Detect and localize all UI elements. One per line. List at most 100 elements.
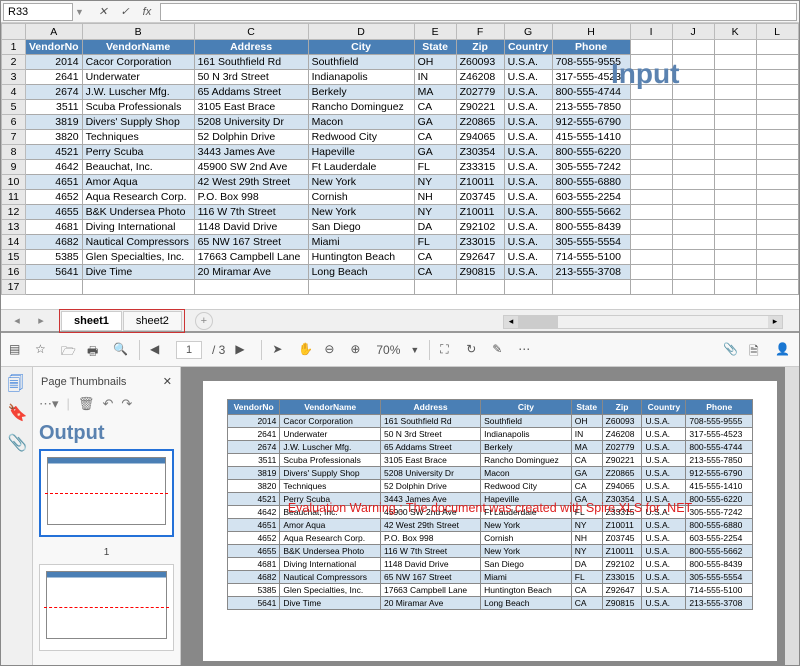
header-cell[interactable]: City (308, 40, 414, 55)
cell[interactable]: 305-555-5554 (552, 235, 630, 250)
cell[interactable]: NY (414, 205, 456, 220)
zoom-level[interactable]: 70% (376, 343, 400, 357)
cell[interactable]: U.S.A. (504, 175, 552, 190)
cell[interactable]: CA (414, 250, 456, 265)
name-box-dropdown-icon[interactable]: ▼ (75, 7, 84, 17)
cell[interactable]: 116 W 7th Street (194, 205, 308, 220)
cell[interactable]: FL (414, 160, 456, 175)
row-header[interactable]: 10 (2, 175, 26, 190)
header-cell[interactable]: Country (504, 40, 552, 55)
cell[interactable]: 2641 (26, 70, 83, 85)
cell[interactable]: U.S.A. (504, 70, 552, 85)
row-header[interactable]: 8 (2, 145, 26, 160)
fx-icon[interactable]: fx (138, 3, 156, 21)
cell[interactable]: U.S.A. (504, 160, 552, 175)
cell[interactable]: CA (414, 130, 456, 145)
cell[interactable]: 52 Dolphin Drive (194, 130, 308, 145)
row-header[interactable]: 11 (2, 190, 26, 205)
cell[interactable]: 161 Southfield Rd (194, 55, 308, 70)
more-icon[interactable]: ⋯ (518, 342, 534, 358)
redo-icon[interactable]: ↷ (121, 396, 132, 412)
cell[interactable]: U.S.A. (504, 55, 552, 70)
cell[interactable]: U.S.A. (504, 100, 552, 115)
cell[interactable]: CA (414, 265, 456, 280)
cell[interactable]: Z90221 (456, 100, 504, 115)
cell[interactable]: Huntington Beach (308, 250, 414, 265)
share-icon[interactable]: 👤 (775, 342, 791, 358)
cell[interactable]: IN (414, 70, 456, 85)
cell[interactable]: Amor Aqua (82, 175, 194, 190)
header-cell[interactable]: Address (194, 40, 308, 55)
thumbnails-icon[interactable]: 🗐 (8, 373, 26, 391)
cell[interactable]: Macon (308, 115, 414, 130)
column-header[interactable]: G (504, 24, 552, 40)
cell[interactable]: Perry Scuba (82, 145, 194, 160)
attachment-icon[interactable]: 📎 (8, 433, 26, 451)
worksheet[interactable]: ABCDEFGHIJKL1VendorNoVendorNameAddressCi… (1, 23, 799, 309)
cell[interactable]: 4652 (26, 190, 83, 205)
hand-icon[interactable]: ✋ (298, 342, 314, 358)
cell[interactable]: Z10011 (456, 175, 504, 190)
cell[interactable]: Underwater (82, 70, 194, 85)
cell[interactable]: 3820 (26, 130, 83, 145)
folder-icon[interactable]: 🗁 (61, 342, 77, 358)
vertical-scrollbar[interactable] (785, 367, 799, 665)
cell[interactable]: 4651 (26, 175, 83, 190)
cell[interactable]: 4521 (26, 145, 83, 160)
cell[interactable]: Z02779 (456, 85, 504, 100)
row-header[interactable]: 5 (2, 100, 26, 115)
row-header[interactable]: 13 (2, 220, 26, 235)
cell[interactable]: FL (414, 235, 456, 250)
row-header[interactable]: 7 (2, 130, 26, 145)
zoom-in-icon[interactable]: ⊕ (350, 342, 366, 358)
row-header[interactable]: 12 (2, 205, 26, 220)
cell[interactable]: 714-555-5100 (552, 250, 630, 265)
cell[interactable]: Nautical Compressors (82, 235, 194, 250)
cell[interactable]: Z46208 (456, 70, 504, 85)
cell[interactable]: Cacor Corporation (82, 55, 194, 70)
cell[interactable]: 4681 (26, 220, 83, 235)
print-icon[interactable]: 🖶 (87, 342, 103, 358)
cell[interactable]: GA (414, 115, 456, 130)
sheet-tab[interactable]: sheet2 (123, 311, 182, 331)
trash-icon[interactable]: 🗑 (78, 396, 95, 412)
page-thumbnail[interactable] (39, 449, 174, 537)
cell[interactable]: Redwood City (308, 130, 414, 145)
header-cell[interactable]: Zip (456, 40, 504, 55)
prev-page-icon[interactable]: ◀ (150, 342, 166, 358)
cell[interactable]: San Diego (308, 220, 414, 235)
cell[interactable]: Z20865 (456, 115, 504, 130)
row-header[interactable]: 4 (2, 85, 26, 100)
cell[interactable]: Indianapolis (308, 70, 414, 85)
cell[interactable]: Diving International (82, 220, 194, 235)
pdf-page-area[interactable]: VendorNoVendorNameAddressCityStateZipCou… (181, 367, 799, 665)
sheet-tab[interactable]: sheet1 (61, 311, 122, 331)
cell[interactable]: B&K Undersea Photo (82, 205, 194, 220)
enter-icon[interactable]: ✓ (116, 3, 134, 21)
cell[interactable]: U.S.A. (504, 250, 552, 265)
cell[interactable]: New York (308, 175, 414, 190)
cell[interactable]: 603-555-2254 (552, 190, 630, 205)
cell[interactable]: 17663 Campbell Lane (194, 250, 308, 265)
row-header[interactable]: 15 (2, 250, 26, 265)
column-header[interactable]: H (552, 24, 630, 40)
column-header[interactable]: C (194, 24, 308, 40)
cell[interactable]: 415-555-1410 (552, 130, 630, 145)
cell[interactable]: 800-555-6880 (552, 175, 630, 190)
cell[interactable]: MA (414, 85, 456, 100)
row-header[interactable]: 6 (2, 115, 26, 130)
cell[interactable]: Long Beach (308, 265, 414, 280)
column-header[interactable]: E (414, 24, 456, 40)
cell[interactable]: 800-555-5662 (552, 205, 630, 220)
cell[interactable]: U.S.A. (504, 115, 552, 130)
rotate-icon[interactable]: ↻ (466, 342, 482, 358)
cell[interactable]: Ft Lauderdale (308, 160, 414, 175)
pointer-icon[interactable]: ➤ (272, 342, 288, 358)
row-header[interactable]: 16 (2, 265, 26, 280)
add-sheet-button[interactable]: + (195, 312, 213, 330)
cell[interactable]: 800-555-8439 (552, 220, 630, 235)
column-header[interactable]: A (26, 24, 83, 40)
cell[interactable]: 2014 (26, 55, 83, 70)
cell[interactable]: U.S.A. (504, 145, 552, 160)
cell[interactable]: CA (414, 100, 456, 115)
